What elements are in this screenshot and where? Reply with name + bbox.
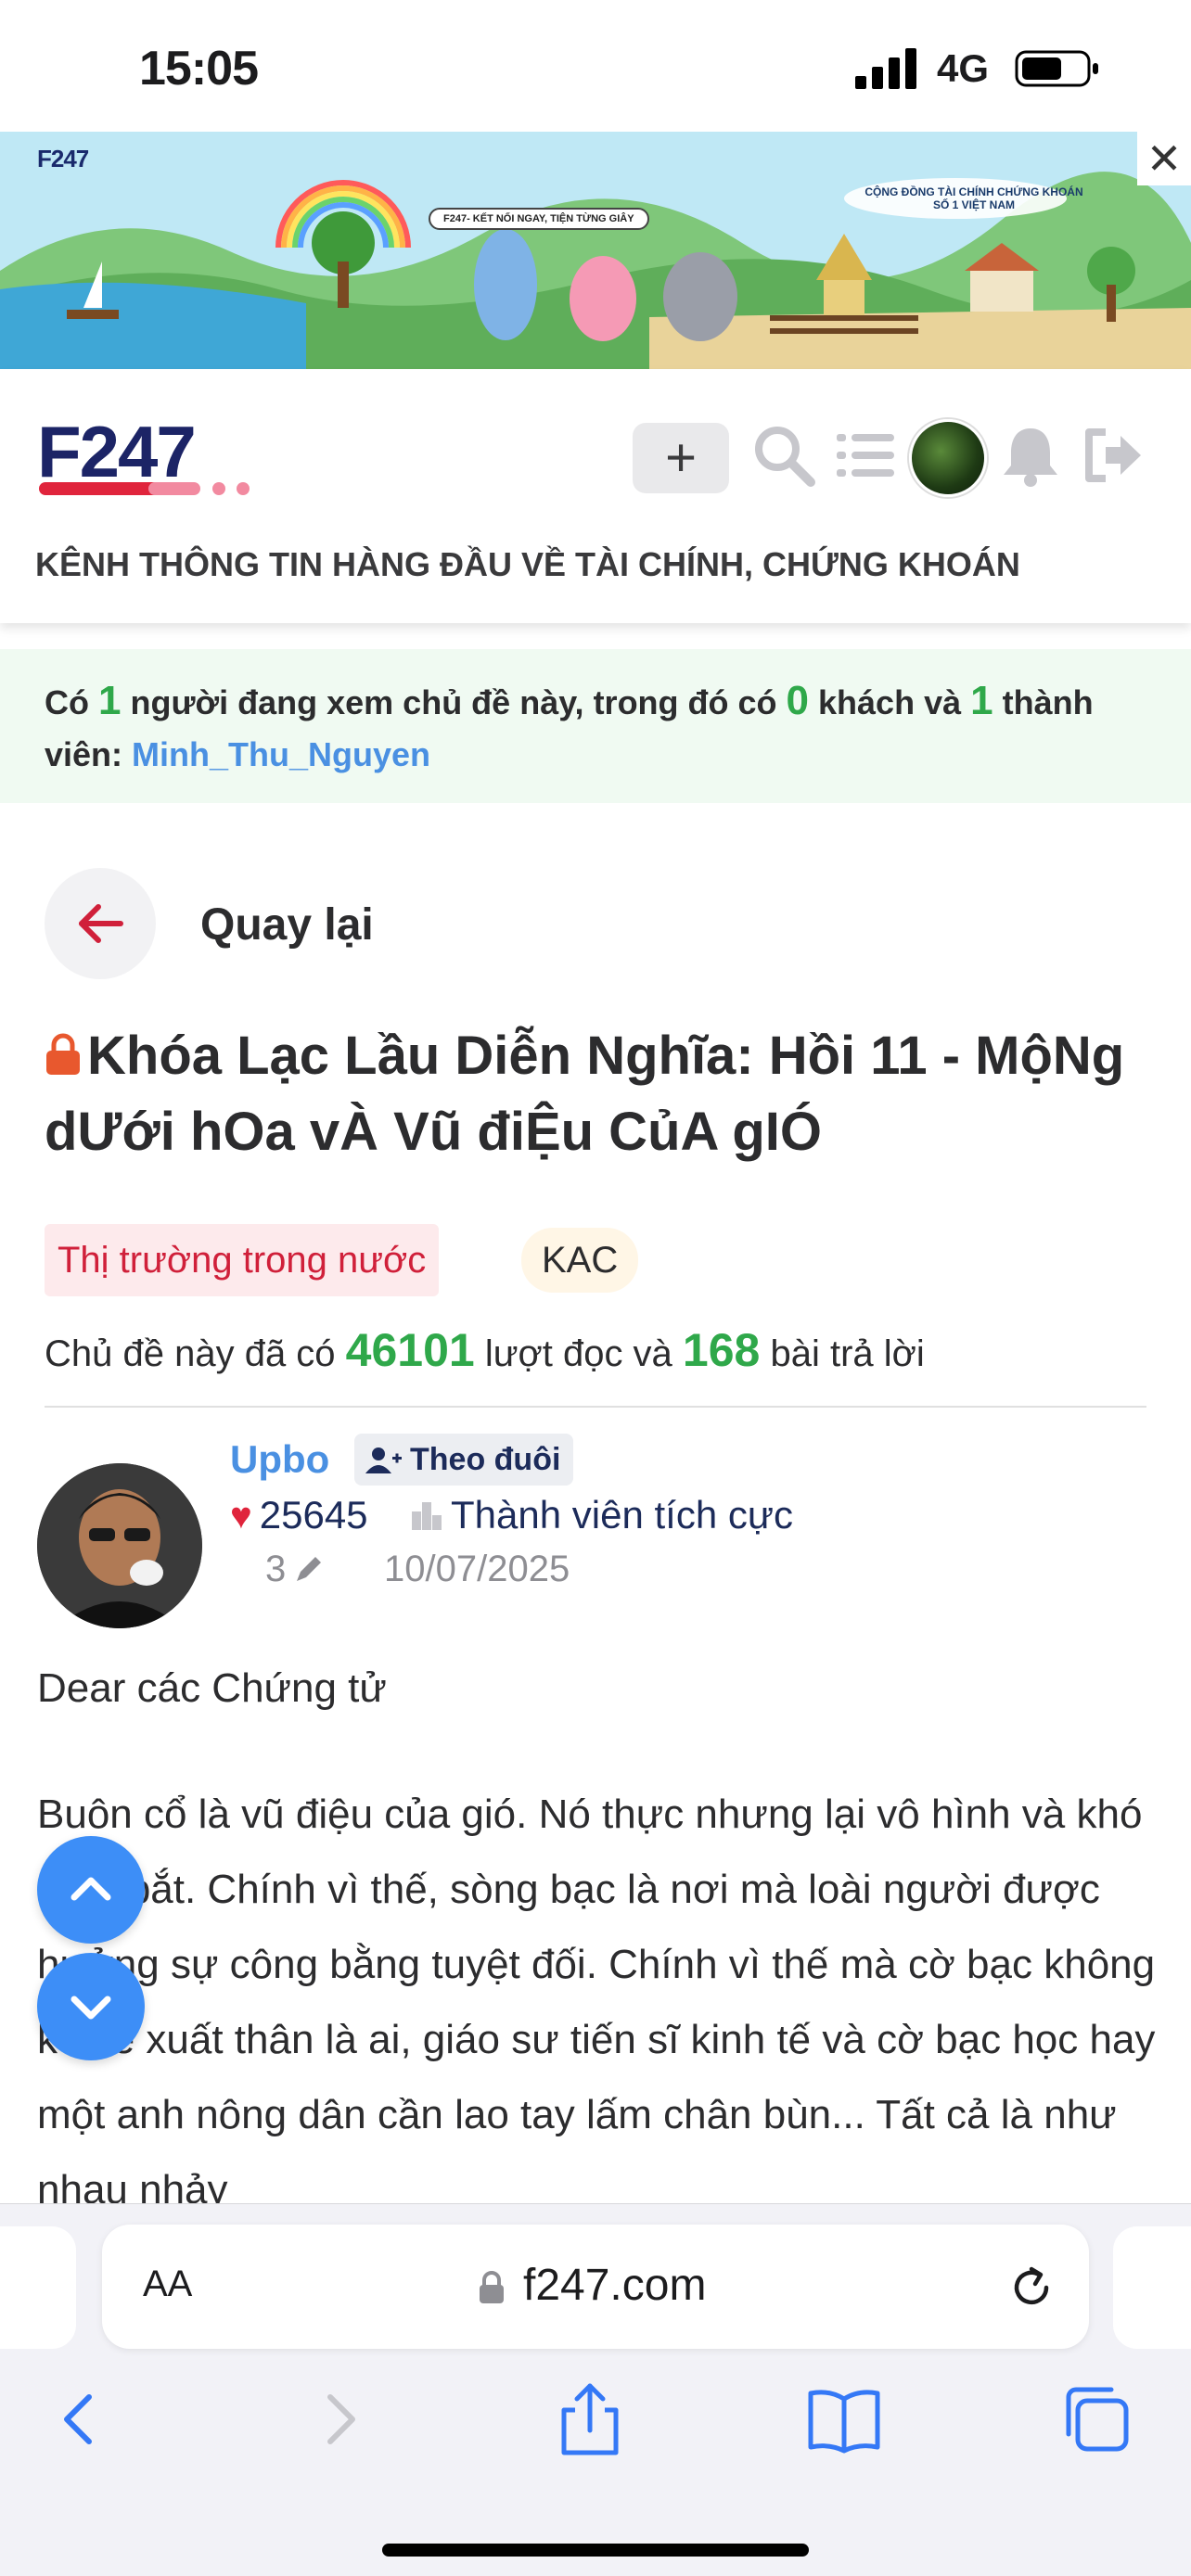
tabs-icon[interactable] — [1054, 2377, 1139, 2462]
pencil-icon — [297, 1557, 322, 1581]
back-arrow-icon — [79, 904, 123, 943]
follow-button[interactable]: Theo đuôi — [354, 1434, 574, 1486]
nav-back-icon[interactable] — [37, 2377, 122, 2462]
home-indicator — [382, 2544, 809, 2557]
rank-icon — [412, 1502, 442, 1530]
lock-icon — [46, 1033, 80, 1075]
stats-text: bài trả lời — [760, 1333, 925, 1374]
viewers-text: Có — [45, 683, 98, 721]
viewers-guests: 0 — [786, 678, 810, 723]
bookmarks-icon[interactable] — [801, 2377, 887, 2462]
viewers-text: người đang xem chủ đề này, trong đó có — [121, 683, 787, 721]
author-rank: Thành viên tích cực — [410, 1489, 793, 1541]
banner-brand: F247 — [37, 145, 89, 172]
author-likes: ♥ 25645 — [230, 1489, 368, 1542]
site-header: F247 + KÊNH THÔNG TIN HÀNG ĐẦU VỀ TÀI CH… — [0, 369, 1191, 623]
stats-text: Chủ đề này đã có — [45, 1333, 346, 1374]
author-name[interactable]: Upbo — [230, 1437, 329, 1482]
category-tag[interactable]: Thị trường trong nước — [45, 1224, 440, 1296]
logo-text: F247 — [37, 417, 195, 492]
scroll-up-button[interactable] — [37, 1836, 145, 1944]
viewer-user-link[interactable]: Minh_Thu_Nguyen — [132, 735, 430, 773]
lock-icon — [480, 2271, 504, 2303]
nav-forward-icon[interactable] — [297, 2377, 382, 2462]
post-body: Buôn cổ là vũ điệu của gió. Nó thực nhưn… — [37, 1792, 1156, 2203]
topic-title-text: Khóa Lạc Lầu Diễn Nghĩa: Hồi 11 - MộNg d… — [45, 1026, 1125, 1162]
viewers-notice: Có 1 người đang xem chủ đề này, trong đó… — [0, 649, 1191, 803]
viewers-members: 1 — [970, 678, 993, 723]
site-logo[interactable]: F247 — [37, 411, 315, 503]
viewers-text: khách và — [809, 683, 971, 721]
address-bar[interactable]: AA f247.com — [102, 2225, 1089, 2349]
signal-icon — [855, 48, 916, 89]
rank-label: Thành viên tích cực — [451, 1493, 793, 1537]
back-button[interactable] — [45, 868, 156, 979]
stats-text: lượt đọc và — [474, 1333, 683, 1374]
author-avatar[interactable] — [37, 1463, 202, 1628]
follow-label: Theo đuôi — [410, 1442, 561, 1477]
read-count: 46101 — [345, 1324, 475, 1376]
banner-illustration — [0, 132, 1191, 369]
ticker-tag[interactable]: KAC — [521, 1228, 639, 1293]
reload-icon[interactable] — [1005, 2262, 1057, 2314]
scroll-down-button[interactable] — [37, 1953, 145, 2060]
next-tab-preview[interactable] — [1113, 2226, 1191, 2349]
back-label[interactable]: Quay lại — [200, 899, 374, 950]
create-post-button[interactable]: + — [633, 423, 729, 493]
banner-tagline: CỘNG ĐỒNG TÀI CHÍNH CHỨNG KHOÁN SỐ 1 VIỆ… — [864, 185, 1083, 211]
battery-icon — [1015, 50, 1098, 87]
logout-icon[interactable] — [1078, 421, 1146, 490]
viewers-total: 1 — [98, 678, 122, 723]
browser-toolbar: AA f247.com — [0, 2203, 1191, 2576]
share-icon[interactable] — [547, 2377, 633, 2462]
close-icon[interactable]: ✕ — [1137, 132, 1191, 185]
likes-count: 25645 — [259, 1493, 368, 1537]
url-text[interactable]: f247.com — [523, 2260, 706, 2311]
topic-title: Khóa Lạc Lầu Diễn Nghĩa: Hồi 11 - MộNg d… — [45, 1018, 1158, 1170]
follow-user-icon — [365, 1447, 402, 1473]
status-time: 15:05 — [139, 42, 259, 96]
heart-icon: ♥ — [230, 1496, 252, 1537]
divider — [45, 1406, 1146, 1408]
topic-stats: Chủ đề này đã có 46101 lượt đọc và 168 b… — [45, 1317, 925, 1387]
network-type: 4G — [937, 46, 990, 90]
reader-settings-button[interactable]: AA — [143, 2264, 192, 2305]
edit-count-value: 3 — [265, 1549, 287, 1589]
edit-count: 3 — [265, 1543, 325, 1595]
ad-banner[interactable]: F247 F247- KẾT NỐI NGAY, TIỆN TỪNG GIÂY … — [0, 132, 1191, 369]
status-bar: 15:05 4G — [0, 0, 1191, 132]
menu-icon[interactable] — [831, 421, 900, 490]
user-avatar[interactable] — [909, 419, 987, 497]
banner-bubble: F247- KẾT NỐI NGAY, TIỆN TỪNG GIÂY — [429, 208, 649, 230]
site-slogan: KÊNH THÔNG TIN HÀNG ĐẦU VỀ TÀI CHÍNH, CH… — [35, 545, 1020, 583]
post-greeting: Dear các Chứng tử — [37, 1665, 387, 1711]
search-icon[interactable] — [749, 421, 818, 490]
post-date: 10/07/2025 — [384, 1549, 570, 1589]
chevron-up-icon — [70, 1877, 111, 1901]
previous-tab-preview[interactable] — [0, 2226, 76, 2349]
chevron-down-icon — [70, 1996, 111, 2020]
reply-count: 168 — [682, 1324, 761, 1376]
bell-icon[interactable] — [996, 421, 1065, 490]
